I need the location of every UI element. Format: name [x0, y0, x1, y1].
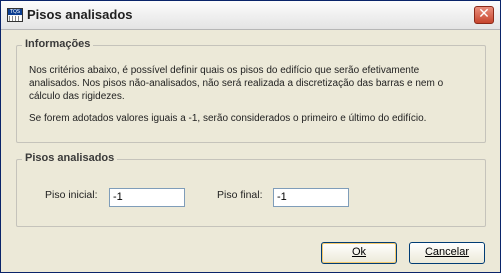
info-paragraph-1: Nos critérios abaixo, é possível definir…: [29, 65, 444, 102]
cancel-button-label: Cancelar: [424, 246, 470, 258]
info-group-title: Informações: [22, 38, 94, 50]
close-button[interactable]: ✕: [474, 6, 494, 24]
ok-button-label: Ok: [351, 246, 367, 258]
start-floor-input[interactable]: -1: [109, 188, 185, 207]
title-bar[interactable]: TQS Pisos analisados ✕: [1, 1, 500, 30]
dialog-window: TQS Pisos analisados ✕ Informações Nos c…: [0, 0, 501, 273]
info-groupbox: Informações Nos critérios abaixo, é poss…: [16, 38, 486, 143]
close-icon: ✕: [478, 6, 490, 22]
floors-group-title: Pisos analisados: [22, 152, 118, 164]
info-paragraph-2: Se forem adotados valores iguais a -1, s…: [29, 113, 427, 124]
start-floor-label: Piso inicial:: [45, 189, 98, 201]
tqs-app-icon: TQS: [7, 8, 23, 22]
floors-groupbox: Pisos analisados Piso inicial: -1 Piso f…: [16, 152, 486, 227]
app-icon-grid: [9, 16, 21, 21]
ok-button[interactable]: Ok: [321, 242, 397, 264]
cancel-button[interactable]: Cancelar: [409, 242, 485, 264]
window-title: Pisos analisados: [27, 7, 133, 22]
end-floor-label: Piso final:: [217, 189, 263, 201]
end-floor-input[interactable]: -1: [273, 188, 349, 207]
app-icon-label: TQS: [8, 9, 22, 15]
